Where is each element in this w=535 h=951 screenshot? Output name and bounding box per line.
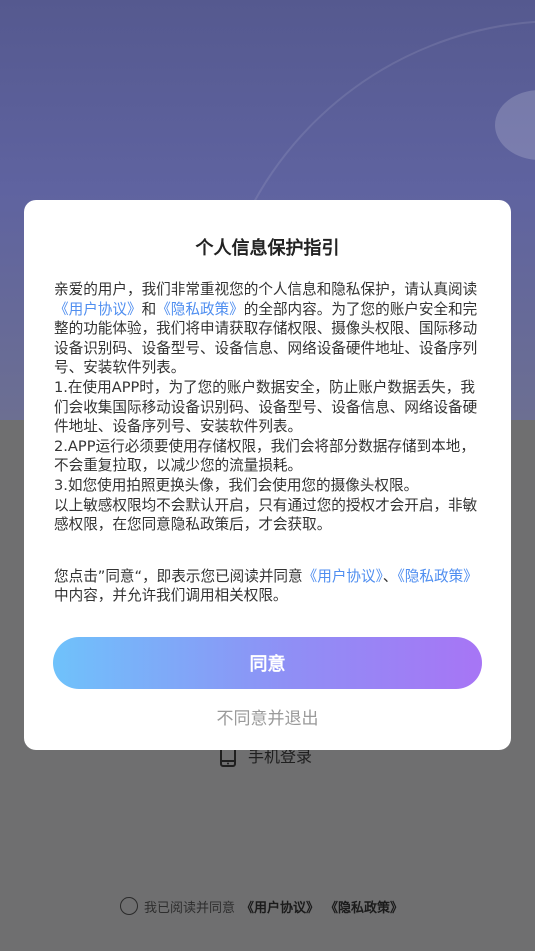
intro-paragraph: 亲爱的用户，我们非常重视您的个人信息和隐私保护，请认真阅读《用户协议》和《隐私政… <box>54 280 484 378</box>
agree-button[interactable]: 同意 <box>53 637 482 689</box>
user-agreement-link[interactable]: 《用户协议》 <box>241 897 319 916</box>
and-text: 和 <box>141 300 157 318</box>
user-agreement-link[interactable]: 《用户协议》 <box>54 301 142 318</box>
disagree-exit-button[interactable]: 不同意并退出 <box>24 704 511 729</box>
intro-text: 亲爱的用户，我们非常重视您的个人信息和隐私保护，请认真阅读 <box>54 281 478 298</box>
dialog-title: 个人信息保护指引 <box>195 238 340 259</box>
consent-privacy-policy-link[interactable]: 《隐私政策》 <box>398 568 478 585</box>
dialog-body: 亲爱的用户，我们非常重视您的个人信息和隐私保护，请认真阅读《用户协议》和《隐私政… <box>54 280 484 606</box>
privacy-policy-link[interactable]: 《隐私政策》 <box>325 897 403 916</box>
radio-unchecked-icon[interactable] <box>120 897 138 915</box>
consent-separator: 、 <box>382 567 398 585</box>
privacy-policy-link[interactable]: 《隐私政策》 <box>156 301 244 318</box>
consent-paragraph: 您点击”同意“，即表示您已阅读并同意《用户协议》、《隐私政策》中内容，并允许我们… <box>54 567 484 606</box>
privacy-dialog: 个人信息保护指引 亲爱的用户，我们非常重视您的个人信息和隐私保护，请认真阅读《用… <box>24 200 511 750</box>
permission-item-3: 3.如您使用拍照更换头像，我们会使用您的摄像头权限。 <box>54 476 419 494</box>
consent-user-agreement-link[interactable]: 《用户协议》 <box>303 568 383 585</box>
consent-text: 您点击”同意“，即表示您已阅读并同意 <box>54 567 303 585</box>
permission-item-1: 1.在使用APP时，为了您的账户数据安全，防止账户数据丢失，我们会收集国际移动设… <box>54 378 478 436</box>
permission-note: 以上敏感权限均不会默认开启，只有通过您的授权才会开启，非敏感权限，在您同意隐私政… <box>54 496 478 534</box>
agreement-prefix: 我已阅读并同意 <box>144 900 236 916</box>
consent-after-text: 中内容，并允许我们调用相关权限。 <box>54 587 288 605</box>
permission-item-2: 2.APP运行必须要使用存储权限，我们会将部分数据存储到本地，不会重复拉取，以减… <box>54 437 475 475</box>
agreement-row: 我已阅读并同意 《用户协议》 《隐私政策》 <box>120 895 403 917</box>
